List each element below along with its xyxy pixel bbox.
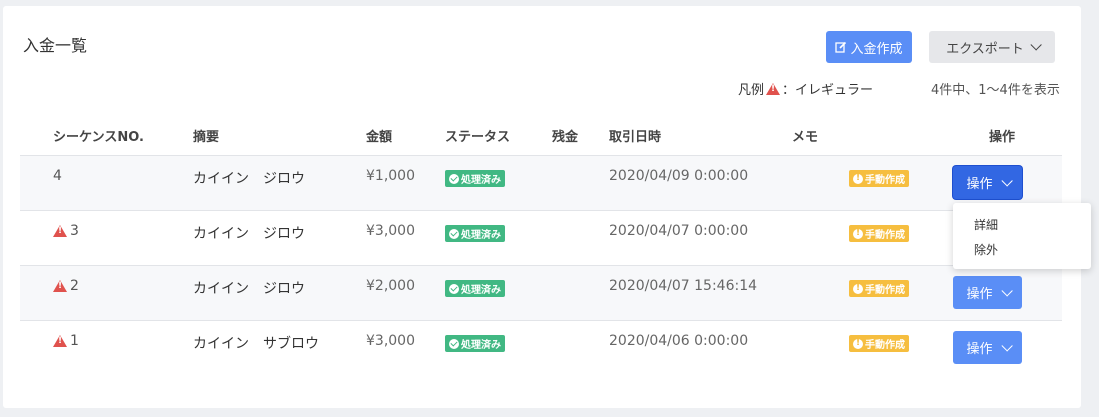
- create-payment-button[interactable]: 入金作成: [826, 31, 912, 63]
- row-amount: ¥2,000: [366, 278, 415, 294]
- info-circle-icon: [853, 228, 863, 239]
- row-date: 2020/04/07 15:46:14: [609, 278, 758, 294]
- chevron-down-icon: [1030, 39, 1042, 51]
- chevron-down-icon: [1000, 174, 1013, 187]
- create-payment-label: 入金作成: [850, 41, 903, 57]
- operation-label: 操作: [966, 287, 993, 302]
- status-badge: 処理済み: [445, 170, 505, 187]
- status-label: 処理済み: [461, 175, 501, 186]
- memo-badge: 手動作成: [849, 280, 909, 297]
- header-balance: 残金: [552, 130, 579, 145]
- memo-label: 手動作成: [865, 340, 905, 351]
- table-row: 3 カイイン ジロウ ¥3,000 処理済み 2020/04/07 0:00:0…: [20, 210, 1062, 265]
- table-row: 4 カイイン ジロウ ¥1,000 処理済み 2020/04/09 0:00:0…: [20, 155, 1062, 210]
- legend: 凡例 ：イレギュラー: [738, 79, 873, 98]
- row-status: 処理済み: [445, 280, 505, 298]
- info-circle-icon: [853, 283, 863, 294]
- operation-button[interactable]: 操作: [953, 276, 1022, 309]
- check-circle-icon: [449, 338, 459, 349]
- edit-icon: [835, 41, 847, 53]
- header-description: 摘要: [193, 130, 220, 145]
- header-status: ステータス: [445, 130, 511, 145]
- row-memo: 手動作成: [849, 335, 909, 353]
- warning-icon: [53, 335, 67, 347]
- row-memo: 手動作成: [849, 170, 909, 188]
- warning-icon: [766, 82, 781, 95]
- info-circle-icon: [853, 338, 863, 349]
- check-circle-icon: [449, 173, 459, 184]
- memo-badge: 手動作成: [849, 170, 909, 187]
- row-amount: ¥3,000: [366, 223, 415, 239]
- memo-label: 手動作成: [865, 285, 905, 296]
- export-button[interactable]: エクスポート: [929, 31, 1055, 63]
- header-sequence: シーケンスNO.: [53, 130, 144, 145]
- row-amount: ¥1,000: [366, 168, 415, 184]
- row-memo: 手動作成: [849, 280, 909, 298]
- record-count: 4件中、1〜4件を表示: [931, 83, 1060, 98]
- sequence-number: 2: [70, 278, 79, 294]
- status-label: 処理済み: [461, 340, 501, 351]
- table-row: 1 カイイン サブロウ ¥3,000 処理済み 2020/04/06 0:00:…: [20, 320, 1062, 375]
- operation-button[interactable]: 操作: [953, 166, 1022, 199]
- sequence-number: 3: [70, 223, 79, 239]
- chevron-down-icon: [1000, 339, 1013, 352]
- row-status: 処理済み: [445, 225, 505, 243]
- operation-button[interactable]: 操作: [953, 331, 1022, 364]
- row-sequence: 4: [53, 168, 62, 184]
- chevron-down-icon: [1000, 284, 1013, 297]
- header-amount: 金額: [366, 130, 393, 145]
- page-title: 入金一覧: [23, 36, 88, 55]
- row-date: 2020/04/06 0:00:00: [609, 333, 749, 349]
- warning-icon: [53, 280, 67, 292]
- operation-label: 操作: [966, 177, 993, 192]
- row-description: カイイン サブロウ: [193, 336, 319, 352]
- operation-dropdown-menu: 詳細 除外: [953, 203, 1091, 269]
- warning-icon: [53, 225, 67, 237]
- header-operation: 操作: [989, 130, 1016, 145]
- status-badge: 処理済み: [445, 225, 505, 242]
- row-amount: ¥3,000: [366, 333, 415, 349]
- row-sequence: 3: [53, 223, 79, 239]
- status-badge: 処理済み: [445, 335, 505, 352]
- table-header: シーケンスNO. 摘要 金額 ステータス 残金 取引日時 メモ 操作: [20, 111, 1062, 155]
- memo-badge: 手動作成: [849, 225, 909, 242]
- check-circle-icon: [449, 228, 459, 239]
- status-label: 処理済み: [461, 230, 501, 241]
- row-status: 処理済み: [445, 170, 505, 188]
- legend-prefix: 凡例: [738, 83, 765, 98]
- row-status: 処理済み: [445, 335, 505, 353]
- row-description: カイイン ジロウ: [193, 171, 305, 187]
- status-label: 処理済み: [461, 285, 501, 296]
- row-date: 2020/04/09 0:00:00: [609, 168, 749, 184]
- memo-badge: 手動作成: [849, 335, 909, 352]
- memo-label: 手動作成: [865, 175, 905, 186]
- sequence-number: 4: [53, 168, 62, 184]
- table-row: 2 カイイン ジロウ ¥2,000 処理済み 2020/04/07 15:46:…: [20, 265, 1062, 320]
- sequence-number: 1: [70, 333, 79, 349]
- status-badge: 処理済み: [445, 280, 505, 297]
- legend-text: ：イレギュラー: [782, 83, 874, 98]
- menu-item-exclude[interactable]: 除外: [974, 241, 998, 258]
- info-circle-icon: [853, 173, 863, 184]
- check-circle-icon: [449, 283, 459, 294]
- row-memo: 手動作成: [849, 225, 909, 243]
- row-sequence: 2: [53, 278, 79, 294]
- operation-label: 操作: [966, 342, 993, 357]
- header-date: 取引日時: [609, 130, 662, 145]
- header-memo: メモ: [792, 130, 819, 145]
- menu-item-detail[interactable]: 詳細: [974, 216, 998, 233]
- row-description: カイイン ジロウ: [193, 226, 305, 242]
- row-description: カイイン ジロウ: [193, 281, 305, 297]
- export-label: エクスポート: [946, 41, 1024, 57]
- row-date: 2020/04/07 0:00:00: [609, 223, 749, 239]
- memo-label: 手動作成: [865, 230, 905, 241]
- row-sequence: 1: [53, 333, 79, 349]
